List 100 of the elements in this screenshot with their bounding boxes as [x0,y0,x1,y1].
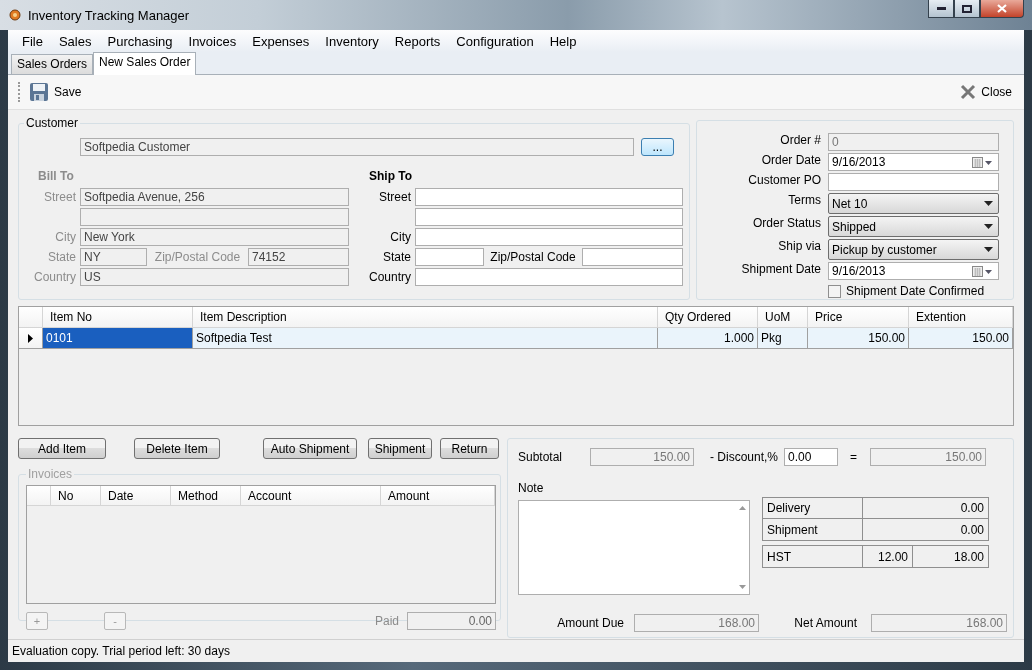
row-header[interactable] [19,328,43,349]
customer-field[interactable]: Softpedia Customer [80,138,634,156]
column-header[interactable]: Price [808,307,909,328]
total-field[interactable]: 150.00 [870,448,986,466]
input-field[interactable] [828,173,999,191]
input-field[interactable] [415,228,683,246]
field-label: Zip/Postal Code [153,250,242,264]
table-cell: 150.00 [808,328,909,349]
field-label: - Discount,% [710,450,780,464]
field-label: Note [518,481,544,495]
menu-item[interactable]: Reports [386,33,449,49]
input-field[interactable] [415,268,683,286]
field-label: Country [367,270,411,284]
browse-button[interactable]: ... [641,138,674,156]
discount-field[interactable]: 0.00 [784,448,838,466]
field-label: Order Date [760,153,821,169]
net-amount-field[interactable]: 168.00 [871,614,1007,632]
field-label: Order # [779,133,821,149]
tab[interactable]: Sales Orders [11,54,94,74]
checkbox-label: Shipment Date Confirmed [846,284,985,298]
menu-item[interactable]: Inventory [317,33,387,49]
field-label: Street [378,190,411,204]
field-label: Net Amount [793,616,857,630]
note-field[interactable] [518,500,750,595]
table-cell: 12.00 [863,546,913,567]
app-icon [8,8,22,22]
section-heading: Bill To [38,169,74,183]
column-header[interactable]: UoM [758,307,808,328]
table-cell: Pkg [758,328,808,349]
field-label: Paid [374,614,399,628]
column-header[interactable]: Item No [43,307,193,328]
section-heading: Ship To [369,169,413,183]
minimize-button[interactable] [928,0,954,18]
calendar-icon [972,156,994,168]
menu-item[interactable]: Purchasing [99,33,181,49]
table-cell-text: 18.00 [952,548,985,566]
field-label: Subtotal [518,450,564,464]
action-button[interactable]: Return [440,438,499,459]
table-cell: 0.00 [863,498,988,519]
checkbox[interactable] [828,284,841,298]
dropdown[interactable]: Pickup by customer [828,239,999,260]
menu-item[interactable]: Sales [50,33,100,49]
scroll-down-icon [738,585,746,589]
address-field[interactable] [80,208,349,226]
input-field[interactable] [415,188,683,206]
action-button[interactable]: Shipment [368,438,432,459]
close-icon [997,4,1007,13]
column-header[interactable]: Extention [909,307,1013,328]
group-label: Customer [25,116,79,130]
field-label: City [54,230,76,244]
calendar-icon [972,265,994,277]
field-label: City [389,230,411,244]
minimize-icon [936,7,946,10]
field-label: Amount Due [556,616,624,630]
table-cell: 1.000 [658,328,758,349]
field-label: Order Status [751,216,821,232]
dropdown[interactable]: Shipped [828,216,999,237]
action-button[interactable]: Add Item [18,438,106,459]
grid-corner [27,486,51,506]
column-header[interactable]: Qty Ordered [658,307,758,328]
caret-icon [984,224,993,229]
input-field[interactable] [415,208,683,226]
table-cell: 150.00 [909,328,1013,349]
menu-item[interactable]: File [14,33,51,49]
close-button[interactable]: Close [958,82,1014,102]
field-label: Ship via [777,239,821,255]
date-picker[interactable]: 9/16/2013 [828,153,999,171]
grid-corner [19,307,43,328]
action-button[interactable]: Auto Shipment [263,438,357,459]
menu-item[interactable]: Help [541,33,585,49]
amount-due-field[interactable]: 168.00 [634,614,759,632]
tab[interactable]: New Sales Order [93,52,197,75]
column-header[interactable]: Item Description [193,307,658,328]
table-cell: 0101 [43,328,193,349]
close-icon [960,84,977,100]
caret-icon [984,201,993,206]
input-field[interactable] [415,248,484,266]
maximize-button[interactable] [954,0,980,18]
table-cell-text: 0.00 [959,521,985,539]
table-row[interactable]: 0101 Softpedia Test 1.000 Pkg 150.00 150.00 [19,328,1013,349]
subtotal-field[interactable]: 150.00 [590,448,694,466]
close-window-button[interactable] [980,0,1024,18]
status-text: Evaluation copy. Trial period left: 30 days [12,644,230,658]
maximize-icon [962,4,972,13]
row-pointer-icon [28,333,33,343]
menu-item[interactable]: Expenses [244,33,318,49]
field-label: Street [43,190,76,204]
input-field[interactable] [582,248,683,266]
equals-sign: = [850,450,858,464]
action-button[interactable]: Delete Item [134,438,220,459]
save-button[interactable]: Save [27,80,84,104]
date-picker[interactable]: 9/16/2013 [828,262,999,280]
table-cell: Shipment [763,519,863,540]
menu-item[interactable]: Configuration [448,33,542,49]
dropdown[interactable]: Net 10 [828,193,999,214]
field-label: Terms [787,193,821,209]
table-cell: HST [763,546,863,567]
menu-item[interactable]: Invoices [180,33,245,49]
field-label: State [46,250,76,264]
field-label: Shipment Date [740,262,821,278]
